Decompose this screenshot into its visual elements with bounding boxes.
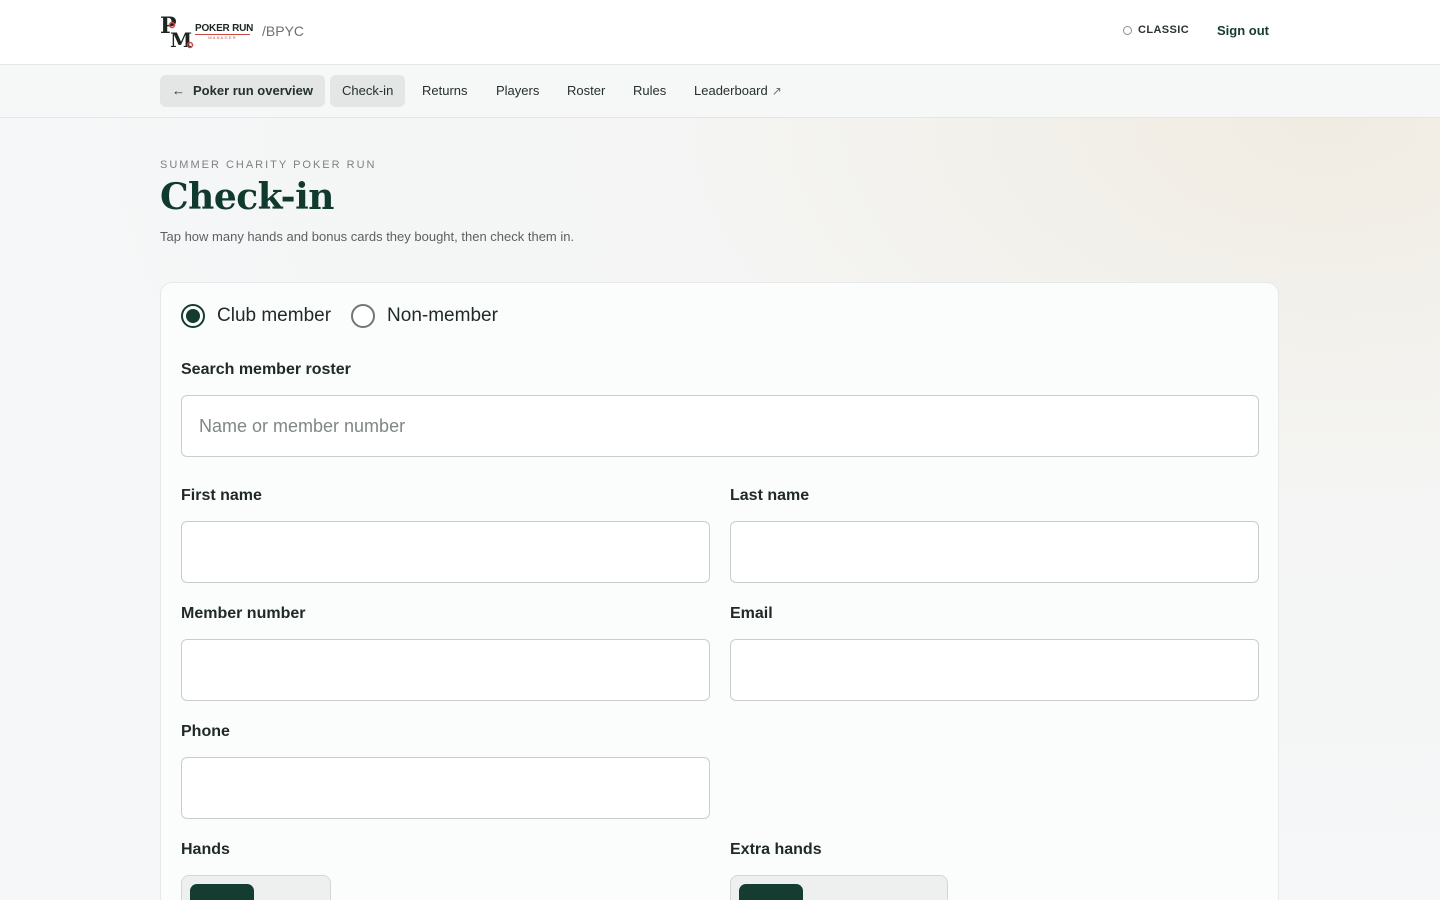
app-logo[interactable]: P M POKER RUN MANAGER [160,13,254,51]
logo-tagline: MANAGER [195,34,250,40]
arrow-left-icon: ← [172,83,185,98]
logo-wordmark: POKER RUN [195,23,254,34]
logo-mark-icon: P M [160,13,194,49]
phone-input[interactable] [181,757,710,819]
email-label: Email [730,605,773,622]
theme-label: CLASSIC [1138,24,1190,36]
sub-navigation: ← Poker run overview Check-in Returns Pla… [0,65,1440,118]
club-member-label: Club member [217,305,332,326]
non-member-radio[interactable] [351,304,376,328]
extra-hands-label: Extra hands [730,841,822,858]
extra-hands-stepper[interactable] [730,875,948,900]
hands-option-selected[interactable] [190,884,254,900]
non-member-option[interactable]: Non-member [351,304,498,328]
page-subtitle: Tap how many hands and bonus cards they … [160,229,575,244]
hands-label: Hands [181,841,230,858]
page-title: Check-in [160,176,334,218]
leaderboard-label: Leaderboard [694,83,768,98]
top-bar: P M POKER RUN MANAGER /BPYC CLASSIC Sign… [0,0,1440,65]
phone-label: Phone [181,723,230,740]
non-member-label: Non-member [387,305,498,326]
first-name-input[interactable] [181,521,710,583]
external-link-icon: ↗ [771,84,782,98]
check-in-form-card: Club member Non-member Search member ros… [160,282,1279,900]
tab-check-in[interactable]: Check-in [330,75,406,107]
tab-leaderboard[interactable]: Leaderboard ↗ [682,75,794,107]
tab-players[interactable]: Players [484,75,551,107]
search-roster-input[interactable] [181,395,1259,457]
email-input[interactable] [730,639,1259,701]
sign-out-link[interactable]: Sign out [1217,23,1269,38]
organization-slug: /BPYC [262,23,305,39]
tab-rules[interactable]: Rules [621,75,678,107]
tab-roster[interactable]: Roster [555,75,617,107]
svg-text:M: M [170,28,192,49]
back-label: Poker run overview [193,83,313,98]
club-member-option[interactable]: Club member [181,304,331,328]
hands-stepper[interactable] [181,875,331,900]
theme-circle-icon [1123,25,1132,35]
back-to-overview-button[interactable]: ← Poker run overview [160,75,325,107]
club-member-radio[interactable] [181,304,205,328]
extra-hands-option-selected[interactable] [739,884,803,900]
last-name-input[interactable] [730,521,1259,583]
member-number-input[interactable] [181,639,710,701]
member-number-label: Member number [181,605,306,622]
tab-returns[interactable]: Returns [410,75,480,107]
theme-toggle[interactable]: CLASSIC [1123,24,1189,36]
first-name-label: First name [181,487,262,504]
event-name: SUMMER CHARITY POKER RUN [160,159,377,171]
last-name-label: Last name [730,487,810,504]
membership-type-radio-group: Club member Non-member [181,304,518,328]
search-roster-label: Search member roster [181,361,351,378]
